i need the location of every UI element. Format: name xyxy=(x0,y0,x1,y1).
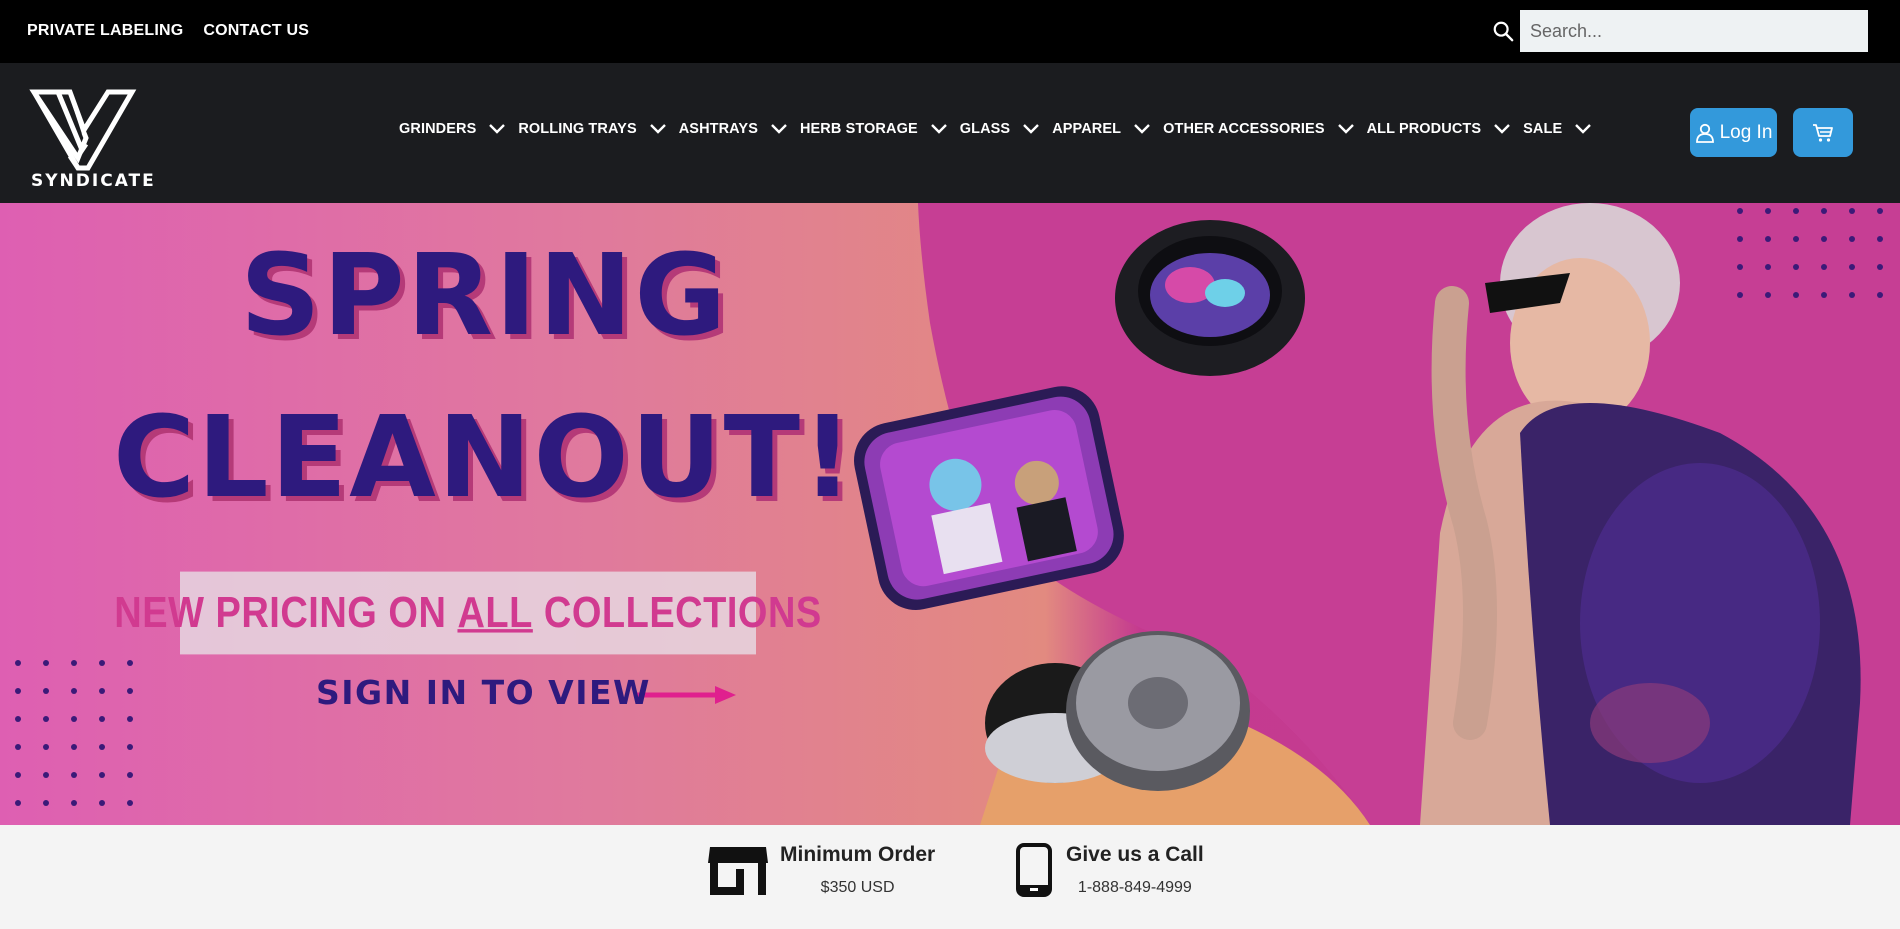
sign-in-cta[interactable]: SIGN IN TO VIEW xyxy=(316,673,651,712)
nav-label: GRINDERS xyxy=(399,121,477,137)
call-title: Give us a Call xyxy=(1066,843,1204,866)
private-labeling-link[interactable]: PRIVATE LABELING xyxy=(27,22,183,40)
dot-pattern-left xyxy=(15,660,133,806)
top-bar: PRIVATE LABELING CONTACT US xyxy=(0,0,1900,63)
cart-button[interactable] xyxy=(1793,108,1853,157)
pricing-banner: NEW PRICING ON ALL COLLECTIONS xyxy=(114,571,821,655)
chevron-down-icon xyxy=(1494,124,1510,134)
ashtray-product xyxy=(1115,220,1305,376)
chevron-down-icon xyxy=(1337,124,1354,134)
main-nav-bar: SYNDICATE GRINDERS ROLLING TRAYS ASHTRAY… xyxy=(0,63,1900,203)
hero-banner[interactable]: SPRING CLEANOUT! NEW PRICING ON ALL COLL… xyxy=(0,203,1900,825)
phone-icon xyxy=(1016,843,1052,897)
nav-label: ASHTRAYS xyxy=(678,121,758,137)
pricing-text-post: COLLECTIONS xyxy=(532,588,822,637)
chevron-down-icon xyxy=(930,124,947,134)
contact-us-link[interactable]: CONTACT US xyxy=(203,22,309,40)
brand-name: SYNDICATE xyxy=(31,171,156,191)
search-icon[interactable] xyxy=(1492,20,1514,42)
nav-label: SALE xyxy=(1523,121,1563,137)
min-order-value: $350 USD xyxy=(820,879,895,896)
cart-icon xyxy=(1813,123,1833,142)
call-block: Give us a Call 1-888-849-4999 xyxy=(1016,843,1204,897)
user-icon xyxy=(1695,123,1714,143)
nav-item-glass[interactable]: GLASS xyxy=(960,121,1040,137)
login-label: Log In xyxy=(1719,121,1773,143)
nav-label: ROLLING TRAYS xyxy=(518,121,637,137)
nav-label: OTHER ACCESSORIES xyxy=(1163,121,1325,137)
nav-label: APPAREL xyxy=(1052,121,1122,137)
nav-item-herb-storage[interactable]: HERB STORAGE xyxy=(800,121,948,137)
nav-label: HERB STORAGE xyxy=(799,121,918,137)
min-order-block: Minimum Order $350 USD xyxy=(706,843,935,898)
nav-label: GLASS xyxy=(959,121,1011,137)
min-order-title: Minimum Order xyxy=(780,843,936,866)
search-input[interactable] xyxy=(1520,10,1868,52)
call-value[interactable]: 1-888-849-4999 xyxy=(1066,879,1204,897)
v-icon xyxy=(29,89,137,171)
chevron-down-icon xyxy=(1134,124,1150,134)
chevron-down-icon xyxy=(1023,124,1040,134)
syndicate-logo[interactable]: SYNDICATE xyxy=(28,76,154,194)
nav-item-ashtrays[interactable]: ASHTRAYS xyxy=(679,121,788,137)
info-strip: Minimum Order $350 USD Give us a Call 1-… xyxy=(0,825,1900,929)
nav-item-all-products[interactable]: ALL PRODUCTS xyxy=(1367,121,1512,137)
nav-item-apparel[interactable]: APPAREL xyxy=(1052,121,1151,137)
chevron-down-icon xyxy=(1575,124,1592,134)
hero-title-line2: CLEANOUT! xyxy=(113,393,856,523)
hero-title-line1: SPRING xyxy=(240,231,729,361)
store-icon xyxy=(708,847,768,895)
pricing-text-underlined: ALL xyxy=(457,588,533,637)
login-button[interactable]: Log In xyxy=(1690,108,1777,157)
main-menu: GRINDERS ROLLING TRAYS ASHTRAYS HERB STO… xyxy=(399,121,1604,137)
nav-item-sale[interactable]: SALE xyxy=(1523,121,1592,137)
pricing-text-pre: NEW PRICING ON xyxy=(114,588,458,637)
nav-item-rolling-trays[interactable]: ROLLING TRAYS xyxy=(518,121,666,137)
nav-label: ALL PRODUCTS xyxy=(1366,121,1482,137)
nav-item-grinders[interactable]: GRINDERS xyxy=(399,121,506,137)
chevron-down-icon xyxy=(489,124,506,134)
nav-item-other-accessories[interactable]: OTHER ACCESSORIES xyxy=(1163,121,1355,137)
top-links: PRIVATE LABELING CONTACT US xyxy=(27,22,309,40)
chevron-down-icon xyxy=(771,124,787,134)
chevron-down-icon xyxy=(649,124,666,134)
grinder-product xyxy=(985,631,1250,791)
